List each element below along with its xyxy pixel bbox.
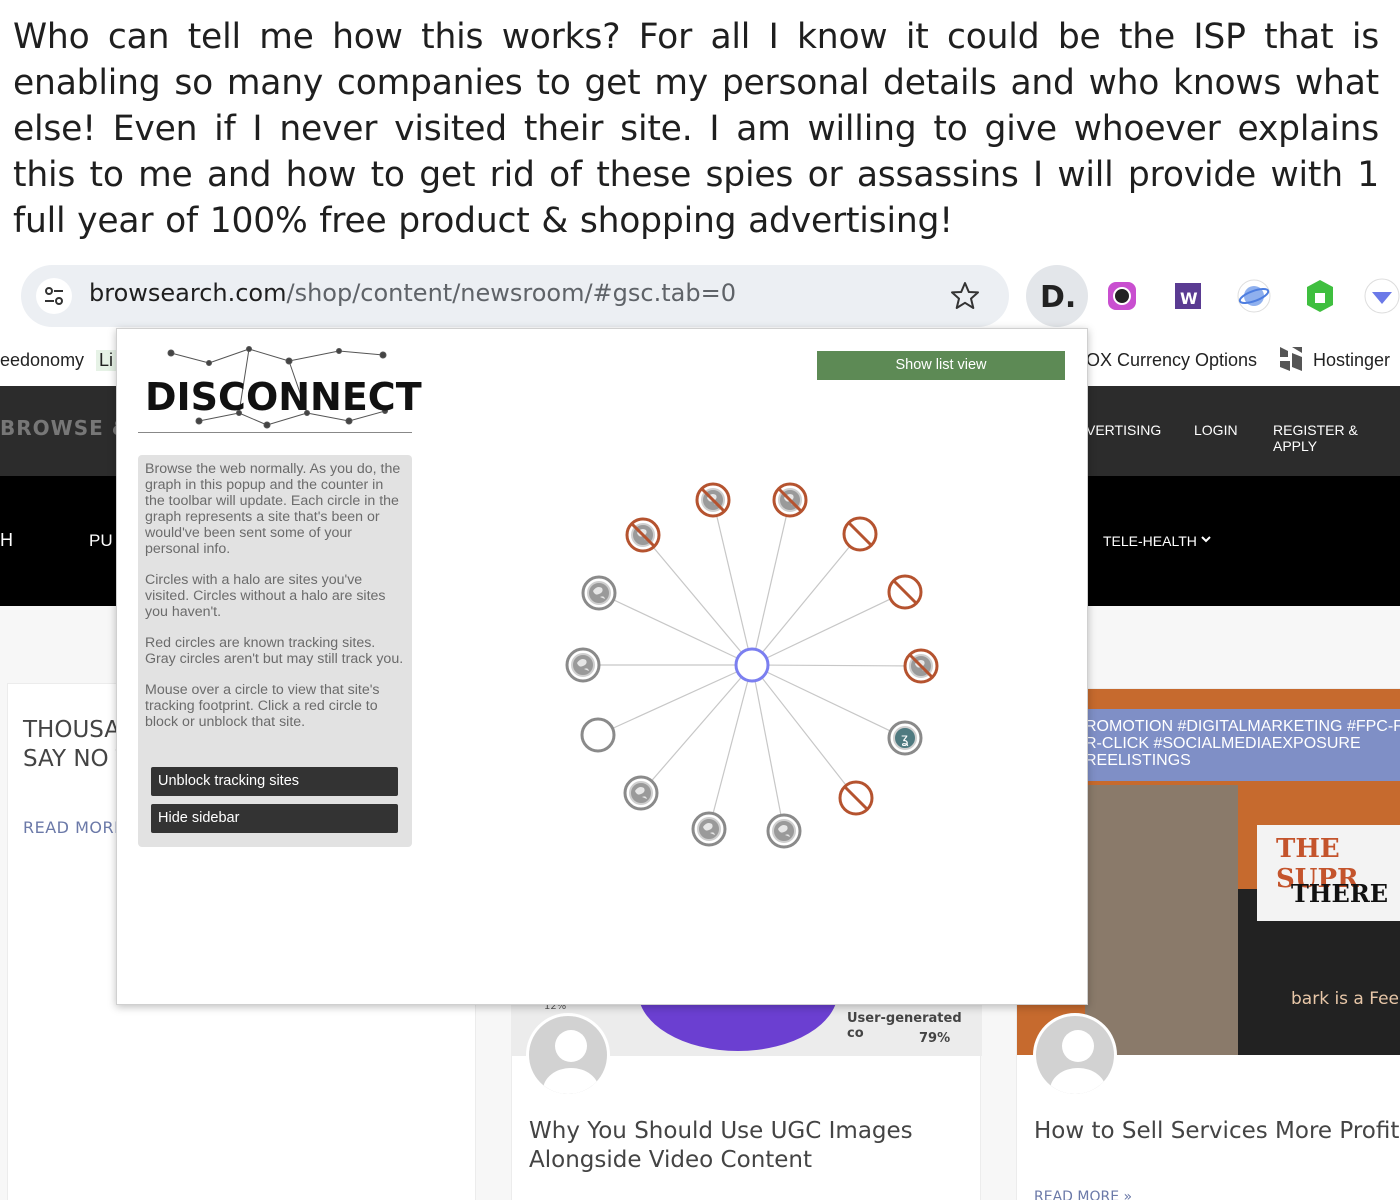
url-path: /shop/content/newsroom/#gsc.tab=0: [286, 279, 736, 307]
graph-edge: [712, 499, 753, 666]
graph-edge: [751, 664, 922, 667]
graph-edge: [751, 499, 791, 666]
address-bar[interactable]: browsearch.com/shop/content/newsroom/#gs…: [21, 265, 1009, 327]
read-more-link[interactable]: READ MORE »: [1034, 1189, 1132, 1200]
bookmark-tag[interactable]: Li: [96, 350, 117, 371]
graph-edge: [751, 664, 906, 739]
site-node[interactable]: [565, 647, 601, 683]
unblock-tracking-sites-button[interactable]: Unblock tracking sites: [151, 767, 398, 796]
svg-text:D.: D.: [1040, 280, 1076, 315]
blocked-tracker-node[interactable]: [695, 482, 731, 518]
thumbs-up-extension-icon[interactable]: [1300, 276, 1340, 316]
disconnect-extension-icon[interactable]: D.: [1026, 265, 1088, 327]
graph-edge: [751, 533, 861, 666]
site-node[interactable]: [580, 717, 616, 753]
article-title-line-2: SAY NO T: [23, 746, 131, 772]
hashtag-line-3: REELISTINGS: [1085, 752, 1191, 769]
svg-text:ʓ: ʓ: [901, 732, 909, 747]
hide-sidebar-button[interactable]: Hide sidebar: [151, 804, 398, 833]
hashtag-line-2: R-CLICK #SOCIALMEDIAEXPOSURE: [1085, 735, 1361, 752]
blocked-tracker-node[interactable]: [903, 648, 939, 684]
sidebar-text-halo: Circles with a halo are sites you've vis…: [145, 572, 386, 620]
menu-item-left[interactable]: H: [0, 530, 13, 551]
blocked-tracker-node[interactable]: [772, 482, 808, 518]
bookmark-currency[interactable]: OX Currency Options: [1086, 350, 1257, 371]
hashtag-line-1: ROMOTION #DIGITALMARKETING #FPC-F: [1085, 718, 1400, 735]
graph-edge: [751, 664, 857, 799]
post-caption: Who can tell me how this works? For all …: [13, 17, 1379, 241]
blocked-tracker-node[interactable]: [625, 517, 661, 553]
image-subheadline: THERE: [1291, 879, 1389, 908]
photo-texture: [1085, 785, 1238, 1055]
chart-label: User-generated co: [847, 1011, 962, 1041]
blocked-tracker-node[interactable]: [887, 574, 923, 610]
sidebar-text-browse: Browse the web normally. As you do, the …: [145, 461, 401, 557]
site-node[interactable]: [766, 813, 802, 849]
divider: [138, 432, 412, 433]
disconnect-logo-text: DISCONNECT: [145, 375, 422, 419]
show-list-view-button[interactable]: Show list view: [817, 351, 1065, 380]
graph-edge: [598, 592, 753, 666]
menu-item-pu[interactable]: PU: [89, 531, 113, 551]
extensions-bar: D. W: [1026, 265, 1400, 327]
chevron-down-icon[interactable]: [1200, 532, 1212, 548]
avatar: [1033, 1013, 1117, 1097]
article-title[interactable]: THOUSA SAY NO T: [23, 716, 130, 774]
avatar: [526, 1013, 610, 1097]
graph-edge: [642, 534, 753, 666]
article-title[interactable]: Why You Should Use UGC Images Alongside …: [529, 1117, 980, 1175]
article-card: 12% User-generated co 79% Why You Should…: [511, 1000, 982, 1200]
nav-advertising[interactable]: VERTISING: [1086, 422, 1161, 438]
svg-text:W: W: [1180, 289, 1198, 308]
bookmark-feedonomy[interactable]: eedonomy: [0, 350, 84, 371]
site-info-icon[interactable]: [36, 278, 72, 314]
article-title-line-1: THOUSA: [23, 717, 121, 743]
chart-slice: [638, 1001, 838, 1051]
site-node[interactable]: [581, 575, 617, 611]
current-site-node[interactable]: [734, 647, 770, 683]
blocked-tracker-node[interactable]: [838, 780, 874, 816]
article-title[interactable]: How to Sell Services More Profitab: [1034, 1118, 1400, 1144]
planet-extension-icon[interactable]: [1234, 276, 1274, 316]
url-domain: browsearch.com: [89, 279, 287, 307]
tracking-graph: ʓ: [565, 482, 939, 849]
disconnect-popup: DISCONNECT Show list view Browse the web…: [116, 328, 1088, 1005]
image-caption: bark is a Fee: [1291, 989, 1400, 1009]
bookmark-hostinger[interactable]: Hostinger: [1313, 350, 1390, 371]
site-node[interactable]: [623, 775, 659, 811]
url-text[interactable]: browsearch.com/shop/content/newsroom/#gs…: [89, 279, 736, 307]
graph-edge: [597, 664, 753, 736]
graph-edge: [751, 591, 906, 666]
bookmark-star-icon[interactable]: [949, 280, 981, 312]
nav-register[interactable]: REGISTER & APPLY: [1273, 422, 1400, 454]
disconnect-sidebar: Browse the web normally. As you do, the …: [138, 455, 412, 847]
sidebar-text-colors: Red circles are known tracking sites. Gr…: [145, 635, 404, 667]
disconnect-logo: DISCONNECT: [139, 343, 422, 433]
hostinger-icon: [1278, 345, 1304, 371]
menu-item-telehealth[interactable]: TELE-HEALTH: [1103, 533, 1197, 549]
site-node[interactable]: [691, 811, 727, 847]
read-more-link[interactable]: READ MORE: [23, 818, 125, 837]
w-extension-icon[interactable]: W: [1168, 276, 1208, 316]
nav-login[interactable]: LOGIN: [1194, 422, 1238, 438]
graph-edge: [751, 664, 785, 832]
camera-extension-icon[interactable]: [1102, 276, 1142, 316]
chart-percent: 79%: [919, 1031, 951, 1046]
sidebar-text-mouseover: Mouse over a circle to view that site's …: [145, 682, 380, 730]
site-node[interactable]: ʓ: [887, 720, 923, 756]
download-extension-icon[interactable]: [1362, 276, 1400, 316]
blocked-tracker-node[interactable]: [842, 516, 878, 552]
